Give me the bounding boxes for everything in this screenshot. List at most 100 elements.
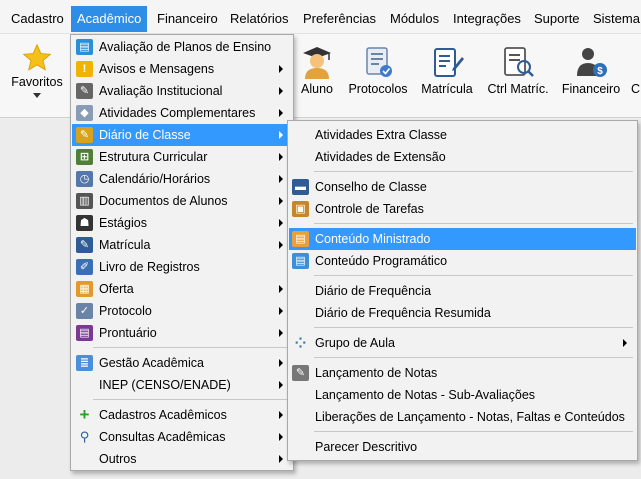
financeiro-button[interactable]: $ Financeiro [560, 34, 622, 118]
menu-modulos[interactable]: Módulos [384, 6, 445, 32]
menu-item-cadastros-academicos[interactable]: + Cadastros Acadêmicos [72, 404, 292, 426]
submenu-item-label: Grupo de Aula [315, 336, 395, 350]
submenu-arrow-icon [279, 433, 283, 441]
aluno-label: Aluno [301, 82, 333, 96]
evaluation-icon: ✎ [76, 83, 93, 99]
menu-suporte[interactable]: Suporte [528, 6, 586, 32]
submenu-item-label: Conteúdo Programático [315, 254, 448, 268]
submenu-item-grupo-aula[interactable]: ⁘ Grupo de Aula [289, 332, 636, 354]
menu-item-prontuario[interactable]: ▤ Prontuário [72, 322, 292, 344]
menu-financeiro[interactable]: Financeiro [151, 6, 224, 32]
submenu-item-label: Diário de Frequência Resumida [315, 306, 491, 320]
submenu-item-lancamento-notas-sub[interactable]: Lançamento de Notas - Sub-Avaliações [289, 384, 636, 406]
submenu-item-label: Lançamento de Notas - Sub-Avaliações [315, 388, 536, 402]
submenu-item-liberacoes-lancamento[interactable]: Liberações de Lançamento - Notas, Faltas… [289, 406, 636, 428]
menu-item-protocolo[interactable]: ✓ Protocolo [72, 300, 292, 322]
menu-item-gestao-academica[interactable]: ≣ Gestão Acadêmica [72, 352, 292, 374]
add-icon: + [79, 405, 90, 424]
favoritos-button[interactable]: Favoritos [6, 34, 68, 118]
menu-separator [314, 275, 633, 276]
protocol-icon: ✓ [76, 303, 93, 319]
submenu-item-parecer-descritivo[interactable]: Parecer Descritivo [289, 436, 636, 458]
submenu-item-label: Lançamento de Notas [315, 366, 438, 380]
submenu-item-diario-frequencia[interactable]: Diário de Frequência [289, 280, 636, 302]
chevron-down-icon [33, 93, 41, 98]
task-control-icon: ▣ [292, 201, 309, 217]
truncated-ribbon-button[interactable]: C [630, 34, 641, 118]
menu-academico[interactable]: Acadêmico [71, 6, 147, 32]
record-icon: ▤ [76, 325, 93, 341]
menu-item-outros[interactable]: Outros [72, 448, 292, 470]
menu-item-label: Estágios [99, 216, 147, 230]
submenu-item-conteudo-programatico[interactable]: ▤ Conteúdo Programático [289, 250, 636, 272]
menu-item-avisos[interactable]: ! Avisos e Mensagens [72, 58, 292, 80]
menu-item-matricula[interactable]: ✎ Matrícula [72, 234, 292, 256]
protocolos-button[interactable]: Protocolos [346, 34, 410, 118]
submenu-arrow-icon [623, 339, 627, 347]
menu-item-avaliacao-planos[interactable]: ▤ Avaliação de Planos de Ensino [72, 36, 292, 58]
submenu-item-conselho-classe[interactable]: ▬ Conselho de Classe [289, 176, 636, 198]
submenu-item-label: Diário de Frequência [315, 284, 432, 298]
submenu-arrow-icon [279, 153, 283, 161]
menu-item-label: Outros [99, 452, 137, 466]
submenu-arrow-icon [279, 87, 283, 95]
menu-separator [314, 327, 633, 328]
menu-item-label: Oferta [99, 282, 134, 296]
menu-relatorios[interactable]: Relatórios [224, 6, 295, 32]
menu-bar: Cadastro Acadêmico Financeiro Relatórios… [0, 0, 641, 34]
menu-item-oferta[interactable]: ▦ Oferta [72, 278, 292, 300]
menu-item-livro-registros[interactable]: ✐ Livro de Registros [72, 256, 292, 278]
submenu-arrow-icon [279, 241, 283, 249]
enrollment-icon [434, 48, 464, 77]
submenu-item-lancamento-notas[interactable]: ✎ Lançamento de Notas [289, 362, 636, 384]
menu-cadastro[interactable]: Cadastro [5, 6, 70, 32]
submenu-item-label: Parecer Descritivo [315, 440, 418, 454]
menu-item-label: Diário de Classe [99, 128, 191, 142]
menu-item-inep[interactable]: INEP (CENSO/ENADE) [72, 374, 292, 396]
submenu-arrow-icon [279, 197, 283, 205]
academico-menu: ▤ Avaliação de Planos de Ensino ! Avisos… [70, 34, 294, 471]
ctrl-matric-button[interactable]: Ctrl Matríc. [484, 34, 552, 118]
menu-item-label: Consultas Acadêmicas [99, 430, 226, 444]
matricula-button[interactable]: Matrícula [419, 34, 475, 118]
submenu-arrow-icon [279, 65, 283, 73]
submenu-item-atividades-extensao[interactable]: Atividades de Extensão [289, 146, 636, 168]
menu-item-label: Atividades Complementares [99, 106, 256, 120]
protocolos-label: Protocolos [348, 82, 408, 96]
submenu-arrow-icon [279, 285, 283, 293]
menu-sistema[interactable]: Sistema [587, 6, 641, 32]
submenu-item-diario-frequencia-resumida[interactable]: Diário de Frequência Resumida [289, 302, 636, 324]
menu-item-documentos-alunos[interactable]: ▥ Documentos de Alunos [72, 190, 292, 212]
menu-item-calendario-horarios[interactable]: ◷ Calendário/Horários [72, 168, 292, 190]
documents-icon: ▥ [76, 193, 93, 209]
menu-item-consultas-academicas[interactable]: ⚲ Consultas Acadêmicas [72, 426, 292, 448]
menu-item-estagios[interactable]: ☗ Estágios [72, 212, 292, 234]
menu-item-label: Livro de Registros [99, 260, 200, 274]
enrollment-icon: ✎ [76, 237, 93, 253]
menu-item-avaliacao-institucional[interactable]: ✎ Avaliação Institucional [72, 80, 292, 102]
menu-preferencias[interactable]: Preferências [297, 6, 382, 32]
aluno-button[interactable]: Aluno [296, 34, 338, 118]
submenu-item-atividades-extra-classe[interactable]: Atividades Extra Classe [289, 124, 636, 146]
submenu-arrow-icon [279, 307, 283, 315]
matricula-label: Matrícula [421, 82, 473, 96]
menu-item-estrutura-curricular[interactable]: ⊞ Estrutura Curricular [72, 146, 292, 168]
menu-item-label: Calendário/Horários [99, 172, 211, 186]
class-group-icon: ⁘ [294, 335, 307, 351]
menu-integracoes[interactable]: Integrações [447, 6, 527, 32]
finance-icon: $ [577, 48, 607, 77]
menu-separator [93, 399, 289, 400]
menu-item-diario-classe[interactable]: ✎ Diário de Classe [72, 124, 292, 146]
submenu-item-conteudo-ministrado[interactable]: ▤ Conteúdo Ministrado [289, 228, 636, 250]
financeiro-label: Financeiro [561, 82, 621, 96]
svg-text:$: $ [597, 66, 603, 77]
grades-icon: ✎ [292, 365, 309, 381]
menu-item-atividades-complementares[interactable]: ◆ Atividades Complementares [72, 102, 292, 124]
management-icon: ≣ [76, 355, 93, 371]
submenu-item-label: Atividades Extra Classe [315, 128, 448, 142]
menu-item-label: Avaliação de Planos de Ensino [99, 40, 272, 54]
record-book-icon: ✐ [76, 259, 93, 275]
menu-item-label: Cadastros Acadêmicos [99, 408, 227, 422]
submenu-item-controle-tarefas[interactable]: ▣ Controle de Tarefas [289, 198, 636, 220]
submenu-item-label: Controle de Tarefas [315, 202, 424, 216]
